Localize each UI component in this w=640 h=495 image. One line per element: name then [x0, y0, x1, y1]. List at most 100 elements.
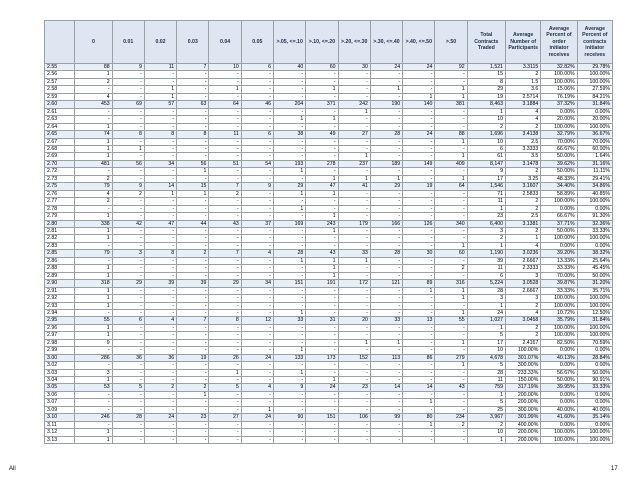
- table-cell: -: [208, 212, 242, 221]
- table-cell: 1: [305, 256, 339, 266]
- table-cell: 2.5: [505, 137, 542, 147]
- table-cell: -: [369, 264, 404, 273]
- table-cell: -: [111, 167, 145, 176]
- table-cell: 1: [272, 167, 307, 176]
- table-cell: 2: [505, 70, 542, 79]
- table-cell: 31.84%: [576, 100, 614, 109]
- table-cell: 28: [272, 249, 307, 258]
- table-cell: 88: [74, 62, 113, 72]
- table-cell: -: [272, 338, 307, 348]
- table-cell: 53: [74, 383, 113, 392]
- table-cell: -: [74, 308, 113, 318]
- table-cell: -: [305, 197, 339, 206]
- table-cell: 31.20%: [576, 279, 614, 288]
- table-cell: 1: [176, 167, 210, 176]
- table-cell: -: [111, 361, 145, 370]
- table-row: 2.67 1- - - - - - - - - -1 10 2.5 70.00% 70.00%: [43, 137, 614, 147]
- table-cell: 66.67%: [540, 144, 578, 154]
- table-cell: -: [369, 323, 404, 333]
- table-cell: 1,027: [466, 316, 507, 325]
- table-cell: 24: [143, 413, 178, 422]
- table-cell: -: [369, 301, 404, 310]
- table-cell: 3.5: [505, 152, 542, 161]
- table-cell: 1: [466, 204, 507, 214]
- table-cell: -: [208, 197, 242, 206]
- table-cell: 5: [208, 383, 242, 392]
- table-cell: 80: [402, 413, 436, 422]
- table-cell: -: [402, 308, 436, 318]
- table-cell: -: [272, 264, 307, 273]
- table-cell: 33.33%: [576, 383, 614, 392]
- table-cell: 2: [505, 301, 542, 310]
- table-cell: 1: [74, 264, 113, 273]
- table-cell: -: [74, 390, 113, 400]
- table-cell: -: [337, 286, 371, 296]
- table-cell: -: [305, 294, 339, 303]
- row-header-cell: 2.58: [43, 85, 76, 94]
- table-cell: -: [143, 435, 178, 445]
- table-cell: -: [240, 338, 275, 348]
- table-cell: -: [111, 271, 145, 281]
- table-cell: -: [111, 226, 145, 236]
- table-cell: 36: [143, 353, 178, 363]
- table-cell: 4,678: [466, 353, 507, 363]
- table-cell: -: [143, 204, 178, 214]
- table-cell: 121: [369, 279, 404, 288]
- table-cell: 0.00%: [576, 346, 614, 355]
- table-cell: 40.13%: [540, 353, 578, 363]
- row-header-cell: 2.69: [43, 152, 76, 161]
- table-cell: -: [369, 144, 404, 154]
- row-header-cell: 2.91: [43, 286, 76, 296]
- table-cell: -: [402, 346, 436, 355]
- table-cell: 200.00%: [505, 435, 542, 445]
- column-header: 0: [74, 20, 113, 64]
- table-cell: 301.07%: [505, 353, 542, 363]
- table-cell: 100.00%: [576, 331, 614, 340]
- table-cell: 106: [337, 413, 371, 422]
- table-cell: 1: [272, 189, 307, 199]
- table-cell: -: [369, 420, 404, 430]
- table-cell: 1: [434, 92, 468, 102]
- table-cell: 2.5: [505, 212, 542, 221]
- table-cell: 1: [74, 152, 113, 161]
- table-cell: 133: [272, 353, 307, 363]
- table-cell: 200.00%: [505, 428, 542, 437]
- table-cell: 8: [208, 316, 242, 325]
- table-cell: -: [111, 241, 145, 251]
- table-cell: 7: [208, 182, 242, 191]
- table-cell: -: [240, 398, 275, 407]
- table-cell: -: [240, 375, 275, 385]
- table-cell: -: [434, 70, 468, 79]
- table-cell: -: [369, 405, 404, 415]
- table-cell: -: [434, 226, 468, 236]
- table-cell: -: [434, 435, 468, 445]
- table-cell: 89: [402, 279, 436, 288]
- table-cell: -: [272, 398, 307, 407]
- table-cell: -: [272, 323, 307, 333]
- table-cell: -: [272, 144, 307, 154]
- table-row: 2.98 9- - - - - - -1 1-1 17 2.4167 82.50% 70.59%: [43, 338, 614, 348]
- table-cell: 3,967: [466, 413, 507, 422]
- table-cell: -: [240, 212, 275, 221]
- table-cell: 15: [466, 70, 507, 79]
- table-cell: 246: [74, 413, 113, 422]
- row-header-cell: 3.07: [43, 398, 76, 407]
- table-cell: 0.00%: [540, 420, 578, 430]
- table-cell: 1: [337, 152, 371, 161]
- table-cell: 41.60%: [540, 413, 578, 422]
- table-cell: 1: [466, 301, 507, 310]
- table-cell: -: [208, 137, 242, 147]
- table-cell: 1,190: [466, 249, 507, 258]
- table-cell: 40.00%: [540, 405, 578, 415]
- table-cell: 69: [111, 100, 145, 109]
- table-cell: -: [337, 137, 371, 147]
- table-cell: -: [143, 174, 178, 184]
- table-cell: -: [176, 286, 210, 296]
- table-cell: 3.0236: [505, 249, 542, 258]
- table-cell: 1: [305, 115, 339, 124]
- table-cell: 1: [143, 189, 178, 199]
- table-cell: -: [240, 435, 275, 445]
- table-cell: 86: [402, 353, 436, 363]
- table-cell: -: [305, 107, 339, 117]
- table-cell: -: [176, 144, 210, 154]
